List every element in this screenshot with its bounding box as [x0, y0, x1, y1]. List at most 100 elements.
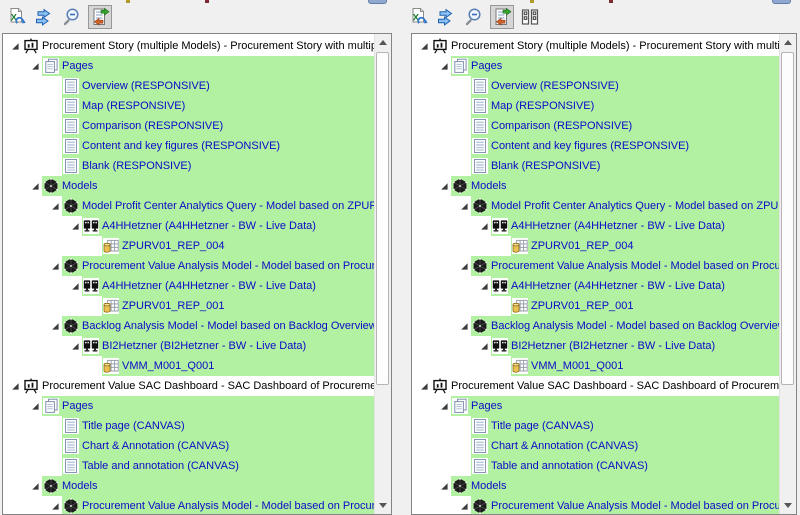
tree-row[interactable]: Pages	[412, 396, 779, 416]
tree-row-label[interactable]: Procurement Value Analysis Model - Model…	[491, 496, 779, 514]
tree-row[interactable]: Title page (CANVAS)	[412, 416, 779, 436]
tree-row-label[interactable]: A4HHetzner (A4HHetzner - BW - Live Data)	[102, 216, 316, 236]
expander-collapse-icon[interactable]	[49, 196, 62, 216]
toolbar-button-swap-arrows[interactable]	[32, 5, 56, 29]
tree-row[interactable]: Procurement Value SAC Dashboard - SAC Da…	[412, 376, 779, 396]
tree-row[interactable]: Procurement Value SAC Dashboard - SAC Da…	[3, 376, 374, 396]
expander-collapse-icon[interactable]	[438, 476, 451, 496]
tree-row-label[interactable]: Content and key figures (RESPONSIVE)	[491, 136, 689, 156]
tree-row-label[interactable]: Models	[471, 476, 506, 496]
tree-row-label[interactable]: Procurement Value Analysis Model - Model…	[82, 256, 374, 276]
tree-row-label[interactable]: ZPURV01_REP_004	[122, 236, 225, 256]
tree-row-label[interactable]: Pages	[471, 56, 502, 76]
toolbar-button-side-by-side[interactable]	[518, 5, 542, 29]
tree-row[interactable]: Backlog Analysis Model - Model based on …	[412, 316, 779, 336]
expander-collapse-icon[interactable]	[49, 316, 62, 336]
tree-row[interactable]: Procurement Story (multiple Models) - Pr…	[3, 36, 374, 56]
tree-row[interactable]: A4HHetzner (A4HHetzner - BW - Live Data)	[412, 276, 779, 296]
tree-row[interactable]: VMM_M001_Q001	[3, 356, 374, 376]
tree-row-label[interactable]: Backlog Analysis Model - Model based on …	[82, 316, 374, 336]
expander-collapse-icon[interactable]	[458, 316, 471, 336]
tree-row-label[interactable]: Blank (RESPONSIVE)	[491, 156, 600, 176]
tree-row[interactable]: Chart & Annotation (CANVAS)	[412, 436, 779, 456]
tree-row[interactable]: Backlog Analysis Model - Model based on …	[3, 316, 374, 336]
tree-row[interactable]: Models	[412, 476, 779, 496]
tree-row[interactable]: Comparison (RESPONSIVE)	[3, 116, 374, 136]
tree-row-label[interactable]: Models	[62, 176, 97, 196]
tree-row-label[interactable]: Procurement Story (multiple Models) - Pr…	[42, 36, 374, 56]
tree-row-label[interactable]: A4HHetzner (A4HHetzner - BW - Live Data)	[511, 276, 725, 296]
tree-row-label[interactable]: Comparison (RESPONSIVE)	[491, 116, 632, 136]
tree-row-label[interactable]: Chart & Annotation (CANVAS)	[491, 436, 638, 456]
tree-row[interactable]: ZPURV01_REP_001	[3, 296, 374, 316]
tree-row[interactable]: VMM_M001_Q001	[412, 356, 779, 376]
tree-row-label[interactable]: ZPURV01_REP_001	[122, 296, 225, 316]
tree-row[interactable]: Overview (RESPONSIVE)	[3, 76, 374, 96]
tree-row-label[interactable]: Pages	[62, 56, 93, 76]
tree-row[interactable]: ZPURV01_REP_004	[412, 236, 779, 256]
tree-row-label[interactable]: Procurement Value SAC Dashboard - SAC Da…	[451, 376, 779, 396]
tree-row-label[interactable]: Content and key figures (RESPONSIVE)	[82, 136, 280, 156]
tree-row-label[interactable]: Pages	[62, 396, 93, 416]
scroll-up-button[interactable]	[780, 34, 796, 51]
tree-row[interactable]: Models	[3, 476, 374, 496]
toolbar-button-export-excel[interactable]: X	[4, 5, 28, 29]
tree-row[interactable]: Content and key figures (RESPONSIVE)	[3, 136, 374, 156]
expander-collapse-icon[interactable]	[418, 36, 431, 56]
tree-row-label[interactable]: Chart & Annotation (CANVAS)	[82, 436, 229, 456]
expander-collapse-icon[interactable]	[458, 496, 471, 514]
expander-collapse-icon[interactable]	[418, 376, 431, 396]
toolbar-button-compare-documents[interactable]	[490, 5, 514, 29]
tree-row[interactable]: Procurement Story (multiple Models) - Pr…	[412, 36, 779, 56]
tree-row[interactable]: Model Profit Center Analytics Query - Mo…	[3, 196, 374, 216]
expander-collapse-icon[interactable]	[49, 496, 62, 514]
expander-collapse-icon[interactable]	[29, 56, 42, 76]
tree-row-label[interactable]: Blank (RESPONSIVE)	[82, 156, 191, 176]
tree-row-label[interactable]: BI2Hetzner (BI2Hetzner - BW - Live Data)	[102, 336, 306, 356]
tree-row[interactable]: A4HHetzner (A4HHetzner - BW - Live Data)	[3, 276, 374, 296]
tree-row-label[interactable]: Title page (CANVAS)	[82, 416, 185, 436]
expander-collapse-icon[interactable]	[29, 476, 42, 496]
expander-collapse-icon[interactable]	[69, 276, 82, 296]
tree-row-label[interactable]: Models	[471, 176, 506, 196]
tree-row[interactable]: Blank (RESPONSIVE)	[412, 156, 779, 176]
expander-collapse-icon[interactable]	[29, 396, 42, 416]
toolbar-button-swap-arrows[interactable]	[434, 5, 458, 29]
tree-row[interactable]: Model Profit Center Analytics Query - Mo…	[412, 196, 779, 216]
scrollbar-thumb[interactable]	[781, 52, 794, 385]
vertical-scrollbar[interactable]	[779, 34, 796, 514]
expander-collapse-icon[interactable]	[478, 216, 491, 236]
tree-row[interactable]: Map (RESPONSIVE)	[412, 96, 779, 116]
expander-collapse-icon[interactable]	[478, 276, 491, 296]
scroll-down-button[interactable]	[780, 497, 796, 514]
tree-row-label[interactable]: A4HHetzner (A4HHetzner - BW - Live Data)	[102, 276, 316, 296]
expander-collapse-icon[interactable]	[49, 256, 62, 276]
tree-row[interactable]: ZPURV01_REP_004	[3, 236, 374, 256]
tree-row-label[interactable]: Overview (RESPONSIVE)	[491, 76, 619, 96]
tree-row[interactable]: Procurement Value Analysis Model - Model…	[412, 496, 779, 514]
vertical-scrollbar[interactable]	[374, 34, 391, 514]
tree-row[interactable]: BI2Hetzner (BI2Hetzner - BW - Live Data)	[412, 336, 779, 356]
tree-row[interactable]: A4HHetzner (A4HHetzner - BW - Live Data)	[412, 216, 779, 236]
expander-collapse-icon[interactable]	[458, 196, 471, 216]
expander-collapse-icon[interactable]	[69, 216, 82, 236]
tree-row[interactable]: ZPURV01_REP_001	[412, 296, 779, 316]
expander-collapse-icon[interactable]	[438, 396, 451, 416]
tree-row-label[interactable]: ZPURV01_REP_004	[531, 236, 634, 256]
tree-row[interactable]: Comparison (RESPONSIVE)	[412, 116, 779, 136]
tree-row[interactable]: Pages	[3, 56, 374, 76]
tree-row-label[interactable]: Model Profit Center Analytics Query - Mo…	[82, 196, 374, 216]
expander-collapse-icon[interactable]	[438, 56, 451, 76]
tree-row-label[interactable]: Models	[62, 476, 97, 496]
tree-row[interactable]: BI2Hetzner (BI2Hetzner - BW - Live Data)	[3, 336, 374, 356]
expander-collapse-icon[interactable]	[9, 36, 22, 56]
tree-row[interactable]: Title page (CANVAS)	[3, 416, 374, 436]
tree-row-label[interactable]: Procurement Story (multiple Models) - Pr…	[451, 36, 779, 56]
tree-row[interactable]: Procurement Value Analysis Model - Model…	[3, 256, 374, 276]
toolbar-button-export-excel[interactable]: X	[406, 5, 430, 29]
scrollbar-thumb[interactable]	[376, 52, 389, 385]
tree-row-label[interactable]: BI2Hetzner (BI2Hetzner - BW - Live Data)	[511, 336, 715, 356]
tree-row[interactable]: Content and key figures (RESPONSIVE)	[412, 136, 779, 156]
tree-row[interactable]: Blank (RESPONSIVE)	[3, 156, 374, 176]
expander-collapse-icon[interactable]	[458, 256, 471, 276]
